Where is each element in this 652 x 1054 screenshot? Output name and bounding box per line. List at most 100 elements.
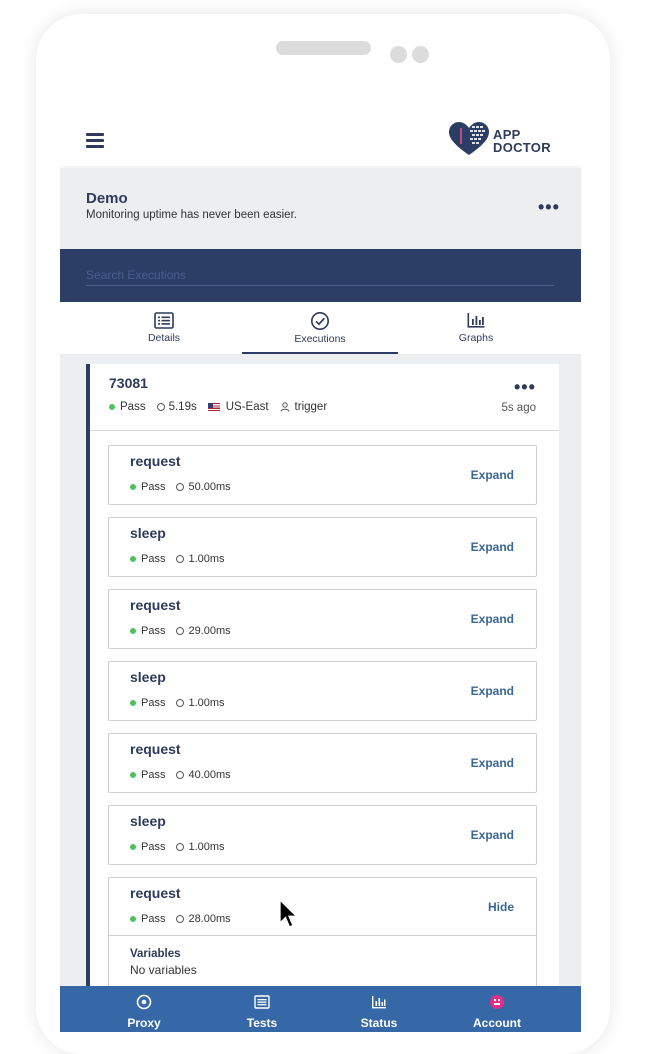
expand-button[interactable]: Expand — [471, 828, 514, 842]
tab-executions-label: Executions — [294, 333, 346, 345]
execution-trigger: trigger — [294, 401, 328, 413]
step-name: sleep — [130, 813, 166, 829]
clock-icon — [176, 555, 185, 563]
app-header: APP DOCTOR — [60, 112, 581, 166]
clock-icon — [156, 403, 165, 411]
step-meta: Pass 40.00ms — [130, 769, 231, 781]
nav-tests[interactable]: Tests — [197, 986, 327, 1032]
step-name: sleep — [130, 525, 166, 541]
step-meta: Pass 28.00ms — [130, 913, 231, 925]
bar-chart-icon — [372, 996, 386, 1009]
clock-icon — [176, 627, 185, 635]
pass-status-icon — [109, 404, 115, 410]
tab-graphs[interactable]: Graphs — [398, 302, 554, 354]
project-name: Demo — [86, 190, 128, 207]
step-duration: 1.00ms — [188, 697, 225, 709]
variables-value: No variables — [130, 963, 197, 977]
step-duration: 29.00ms — [188, 625, 231, 637]
clock-icon — [176, 843, 185, 851]
pass-status-icon — [130, 484, 136, 490]
search-bar — [60, 249, 581, 302]
step-duration: 1.00ms — [188, 553, 225, 565]
us-flag-icon — [207, 403, 220, 411]
logo-text: APP DOCTOR — [493, 128, 551, 154]
step-duration: 1.00ms — [188, 841, 225, 853]
nav-proxy[interactable]: Proxy — [79, 986, 209, 1032]
step-duration: 28.00ms — [188, 913, 231, 925]
phone-speaker — [276, 41, 371, 55]
avatar-icon — [490, 995, 504, 1009]
pass-status-icon — [130, 556, 136, 562]
mouse-cursor-icon — [279, 899, 299, 928]
phone-sensor — [412, 46, 429, 63]
hide-button[interactable]: Hide — [488, 900, 514, 914]
step-meta: Pass 50.00ms — [130, 481, 231, 493]
expand-button[interactable]: Expand — [471, 756, 514, 770]
clock-icon — [176, 915, 185, 923]
hamburger-menu-icon[interactable] — [86, 133, 104, 148]
step-card: sleep Pass 1.00ms Expand — [108, 517, 537, 577]
pass-status-icon — [130, 916, 136, 922]
clock-icon — [176, 483, 185, 491]
pass-status-icon — [130, 700, 136, 706]
step-card: request Pass 40.00ms Expand — [108, 733, 537, 793]
nav-status[interactable]: Status — [314, 986, 444, 1032]
check-circle-icon — [311, 312, 329, 330]
tab-details-label: Details — [147, 332, 181, 344]
project-header: Demo Monitoring uptime has never been ea… — [60, 168, 581, 249]
execution-id: 73081 — [109, 375, 148, 391]
step-status: Pass — [141, 841, 166, 853]
step-status: Pass — [141, 913, 166, 925]
step-duration: 40.00ms — [188, 769, 231, 781]
step-card: sleep Pass 1.00ms Expand — [108, 805, 537, 865]
nav-account[interactable]: Account — [432, 986, 562, 1032]
step-meta: Pass 29.00ms — [130, 625, 231, 637]
step-name: request — [130, 885, 181, 901]
bar-chart-icon — [467, 313, 485, 328]
tab-graphs-label: Graphs — [458, 332, 494, 344]
phone-camera — [390, 46, 407, 63]
tab-bar: Details Executions Graphs — [60, 302, 581, 354]
step-status: Pass — [141, 553, 166, 565]
clock-icon — [176, 771, 185, 779]
execution-time-ago: 5s ago — [501, 402, 536, 414]
step-meta: Pass 1.00ms — [130, 697, 225, 709]
execution-meta: Pass 5.19s US-East trigger — [109, 401, 327, 413]
pass-status-icon — [130, 844, 136, 850]
step-name: sleep — [130, 669, 166, 685]
step-meta: Pass 1.00ms — [130, 841, 225, 853]
heart-logo-icon — [449, 122, 489, 155]
tab-details[interactable]: Details — [86, 302, 242, 354]
step-status: Pass — [141, 697, 166, 709]
nav-account-label: Account — [473, 1016, 521, 1030]
project-more-icon[interactable]: ••• — [538, 198, 560, 216]
list-icon — [254, 995, 270, 1009]
logo-line-2: DOCTOR — [493, 140, 551, 155]
search-executions-input[interactable] — [86, 267, 554, 286]
step-name: request — [130, 453, 181, 469]
execution-region: US-East — [225, 401, 269, 413]
nav-proxy-label: Proxy — [127, 1016, 161, 1030]
expand-button[interactable]: Expand — [471, 684, 514, 698]
nav-tests-label: Tests — [246, 1016, 278, 1030]
expand-button[interactable]: Expand — [471, 540, 514, 554]
execution-card: 73081 ••• Pass 5.19s US-East trigger 5s … — [86, 364, 559, 1004]
app-screen: APP DOCTOR Demo Monitoring uptime has ne… — [60, 112, 581, 1032]
nav-status-label: Status — [360, 1016, 398, 1030]
app-doctor-logo: APP DOCTOR — [448, 122, 558, 158]
variables-title: Variables — [130, 948, 181, 960]
execution-duration: 5.19s — [168, 401, 197, 413]
project-subtitle: Monitoring uptime has never been easier. — [86, 209, 297, 221]
expand-button[interactable]: Expand — [471, 468, 514, 482]
expand-button[interactable]: Expand — [471, 612, 514, 626]
execution-more-icon[interactable]: ••• — [514, 378, 536, 396]
step-card: sleep Pass 1.00ms Expand — [108, 661, 537, 721]
clock-icon — [176, 699, 185, 707]
step-name: request — [130, 597, 181, 613]
target-icon — [136, 994, 152, 1010]
divider — [90, 430, 559, 431]
tab-executions[interactable]: Executions — [242, 302, 398, 354]
divider — [109, 935, 536, 936]
step-name: request — [130, 741, 181, 757]
step-card: request Pass 50.00ms Expand — [108, 445, 537, 505]
